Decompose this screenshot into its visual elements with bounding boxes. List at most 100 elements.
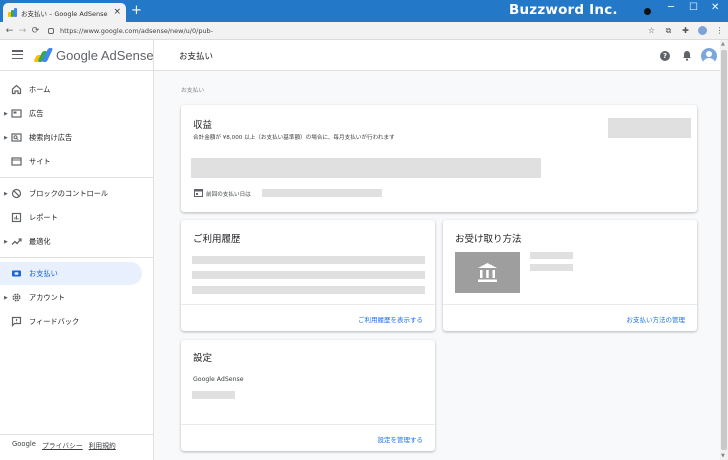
- expand-caret-icon[interactable]: ▶: [4, 191, 8, 197]
- tab-close-icon[interactable]: ×: [113, 8, 121, 17]
- sidebar-item-label: レポート: [29, 212, 58, 222]
- privacy-link[interactable]: プライバシー: [42, 440, 83, 450]
- sidebar-item-optimization[interactable]: ▶ 最適化: [0, 230, 142, 253]
- transaction-row-placeholder: [192, 286, 425, 294]
- sidebar: ホーム ▶ 広告 ▶ 検索向け広告 サイト ▶ ブロックのコントロール レポート…: [0, 71, 154, 460]
- expand-caret-icon[interactable]: ▶: [4, 111, 8, 117]
- settings-card: 設定 Google AdSense 設定を管理する: [181, 340, 435, 451]
- payments-icon: [12, 270, 21, 277]
- sidebar-item-label: 広告: [29, 108, 44, 118]
- terms-link[interactable]: 利用規約: [89, 440, 116, 450]
- payment-detail-placeholder: [530, 264, 573, 271]
- adsense-app: Google AdSense お支払い ? ホーム ▶ 広告 ▶ 検索向け広告 …: [0, 40, 728, 460]
- feedback-icon: [11, 316, 22, 327]
- sidebar-item-label: ブロックのコントロール: [29, 188, 109, 198]
- app-name: Google AdSense: [56, 48, 154, 63]
- maximize-button[interactable]: ☐: [689, 2, 698, 14]
- extension-dot-icon[interactable]: [644, 8, 651, 15]
- page-title: お支払い: [179, 52, 214, 62]
- lock-icon: [48, 27, 54, 34]
- earnings-card: 収益 合計金額が ¥8,000 以上（お支払い基準額）の場合に、毎月支払いが行わ…: [181, 105, 697, 212]
- bank-icon: [478, 263, 497, 282]
- reports-icon: [11, 212, 22, 223]
- settings-product: Google AdSense: [193, 376, 244, 383]
- sidebar-item-label: 最適化: [29, 236, 51, 246]
- transaction-row-placeholder: [192, 271, 425, 279]
- minimize-button[interactable]: ─: [668, 2, 674, 14]
- sidebar-item-label: フィードバック: [29, 316, 80, 326]
- balance-placeholder: [608, 118, 691, 138]
- footer-divider: [0, 434, 154, 435]
- scroll-up-icon[interactable]: ▲: [721, 41, 725, 47]
- sidebar-item-sites[interactable]: サイト: [0, 150, 142, 173]
- tab-title: お支払い – Google AdSense: [21, 9, 108, 18]
- block-icon: [11, 188, 22, 199]
- settings-detail-placeholder: [192, 391, 235, 399]
- breadcrumb: お支払い: [181, 88, 205, 94]
- help-icon[interactable]: ?: [660, 51, 670, 61]
- bank-tile: [455, 252, 520, 293]
- payment-detail-placeholder: [530, 252, 573, 259]
- sidebar-item-label: ホーム: [29, 84, 51, 94]
- menu-icon[interactable]: ⋮: [711, 26, 728, 35]
- sidebar-item-payments[interactable]: お支払い: [0, 262, 142, 285]
- earnings-bar-placeholder: [191, 158, 541, 178]
- transaction-row-placeholder: [192, 256, 425, 264]
- bell-icon[interactable]: [682, 50, 692, 61]
- extension-icon[interactable]: ⧉: [660, 26, 677, 36]
- adsense-favicon-icon: [8, 8, 17, 17]
- sidebar-item-block-controls[interactable]: ▶ ブロックのコントロール: [0, 182, 142, 205]
- payment-method-card: お受け取り方法 お支払い方法の管理: [443, 220, 697, 331]
- earnings-title: 収益: [193, 120, 213, 131]
- trending-icon: [11, 238, 22, 245]
- calendar-icon: [194, 189, 203, 197]
- page-scrollbar[interactable]: ▲ ▼: [720, 40, 728, 460]
- browser-titlebar: お支払い – Google AdSense × + Buzzword Inc. …: [0, 0, 728, 22]
- close-window-button[interactable]: ✕: [711, 2, 719, 14]
- sidebar-divider: [0, 257, 154, 258]
- card-divider: [443, 304, 697, 305]
- settings-title: 設定: [193, 353, 213, 364]
- sidebar-item-feedback[interactable]: フィードバック: [0, 310, 142, 333]
- scroll-thumb[interactable]: [721, 50, 727, 450]
- sidebar-item-label: アカウント: [29, 292, 65, 302]
- expand-caret-icon[interactable]: ▶: [4, 239, 8, 245]
- expand-caret-icon[interactable]: ▶: [4, 135, 8, 141]
- transactions-card: ご利用履歴 ご利用履歴を表示する: [181, 220, 435, 331]
- footer-brand: Google: [12, 440, 36, 448]
- card-divider: [181, 304, 435, 305]
- sidebar-item-account[interactable]: ▶ アカウント: [0, 286, 142, 309]
- home-icon: [11, 84, 22, 95]
- manage-settings-link[interactable]: 設定を管理する: [378, 434, 424, 444]
- sidebar-item-label: 検索向け広告: [29, 132, 73, 142]
- sidebar-item-ads[interactable]: ▶ 広告: [0, 102, 142, 125]
- puzzle-icon[interactable]: ✚: [677, 26, 694, 35]
- account-avatar[interactable]: [701, 48, 717, 64]
- browser-tab[interactable]: お支払い – Google AdSense ×: [3, 3, 126, 22]
- view-transactions-link[interactable]: ご利用履歴を表示する: [358, 314, 423, 324]
- expand-caret-icon[interactable]: ▶: [4, 295, 8, 301]
- earnings-subtitle: 合計金額が ¥8,000 以上（お支払い基準額）の場合に、毎月支払いが行われます: [193, 135, 395, 141]
- back-button[interactable]: ←: [3, 26, 16, 36]
- sidebar-divider: [0, 177, 154, 178]
- forward-button[interactable]: →: [16, 26, 29, 36]
- sidebar-footer: Google プライバシー 利用規約: [12, 440, 116, 450]
- scroll-down-icon[interactable]: ▼: [721, 453, 725, 459]
- transactions-title: ご利用履歴: [193, 234, 241, 245]
- new-tab-button[interactable]: +: [131, 4, 142, 18]
- adsense-logo-icon: [33, 48, 53, 62]
- header-divider: [153, 40, 154, 71]
- payment-method-title: お受け取り方法: [455, 234, 522, 245]
- sidebar-item-reports[interactable]: レポート: [0, 206, 142, 229]
- address-bar[interactable]: https://www.google.com/adsense/new/u/0/p…: [60, 27, 643, 35]
- reload-button[interactable]: ⟳: [29, 26, 42, 36]
- star-icon[interactable]: ☆: [643, 26, 660, 35]
- sidebar-item-search-ads[interactable]: ▶ 検索向け広告: [0, 126, 142, 149]
- sidebar-item-home[interactable]: ホーム: [0, 78, 142, 101]
- manage-payment-methods-link[interactable]: お支払い方法の管理: [627, 314, 686, 324]
- hamburger-menu-icon[interactable]: [12, 50, 23, 60]
- profile-icon[interactable]: [698, 26, 707, 35]
- sites-icon: [11, 157, 22, 166]
- last-payment-placeholder: [262, 189, 382, 197]
- gear-icon: [12, 293, 21, 302]
